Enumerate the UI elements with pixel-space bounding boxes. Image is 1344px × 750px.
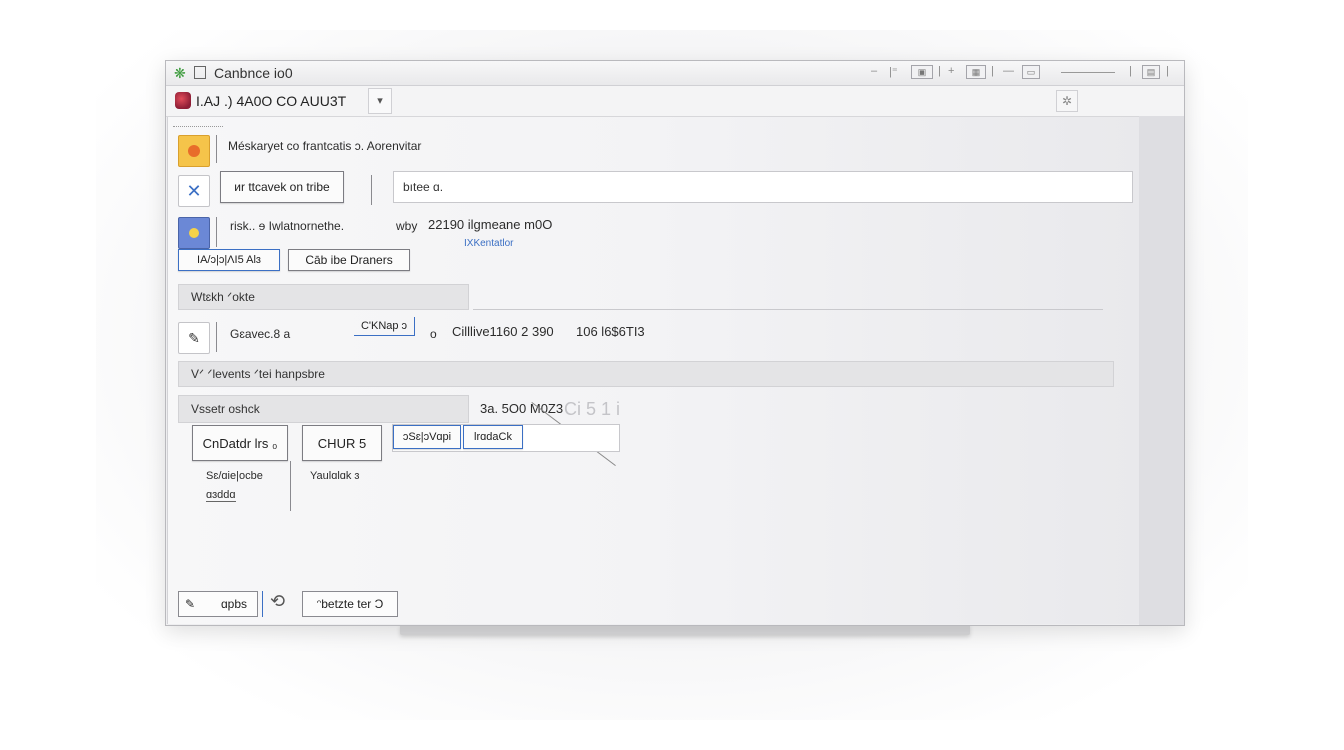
window-title: Canbnce io0 <box>214 65 293 81</box>
segment-1-button[interactable]: ɔSɛ|ɔVɑpi <box>393 425 461 449</box>
dash-icon[interactable]: — <box>1003 65 1014 77</box>
divider-icon: | <box>991 65 994 77</box>
line-value: Cilllive1160 2 390 <box>452 324 554 339</box>
pin-icon[interactable]: |⁼ <box>889 65 898 78</box>
line-value-2: 106 l6$6TI3 <box>576 324 645 339</box>
info-link[interactable]: IXKentatlor <box>464 238 513 249</box>
grid-icon[interactable]: ▦ <box>966 65 986 79</box>
search-button[interactable]: ᴎr ttcavek on tribe <box>220 171 344 203</box>
footer-button-2[interactable]: ᵔbetzte ter Ɔ <box>302 591 398 617</box>
restore-icon[interactable]: ▭ <box>1022 65 1040 79</box>
info-by: wby <box>396 219 418 233</box>
sub-right-text: Yaulɑlɑk ɜ <box>310 470 360 482</box>
divider-icon: | <box>938 65 941 77</box>
sub-left-line-1: Sɛ/ɑie|ocbe <box>206 470 263 482</box>
heading-text: Méskaryet co frantcatis ɔ. Aorenvitar <box>228 139 422 153</box>
separator <box>262 591 263 617</box>
address-bar: I.AJ .) 4A0O CO AUU3T ▾ ✲ <box>166 86 1184 117</box>
footer-button-1[interactable]: ✎ ɑpbs <box>178 591 258 617</box>
separator-icon: | <box>1129 65 1132 77</box>
app-window: ❋ Canbnce io0 – |⁼ ▣ | + ▦ | — ▭ | ▤ | I… <box>165 60 1185 626</box>
edit-icon[interactable]: ✎ <box>178 322 210 354</box>
refresh-icon[interactable]: ⟲ <box>270 591 285 612</box>
segment-2-button[interactable]: lrɑdaCk <box>463 425 523 449</box>
lightbulb-icon <box>178 217 210 249</box>
maximize-icon[interactable]: ▤ <box>1142 65 1160 79</box>
drawers-button[interactable]: Cāb ibe Draners <box>288 249 410 271</box>
right-scroll-strip <box>1139 116 1184 625</box>
check-button[interactable]: CHUR 5 <box>302 425 382 461</box>
close-window-icon[interactable]: | <box>1166 65 1169 77</box>
amount-ghost-text: Ci 5 1 i <box>564 399 621 419</box>
footer-button-1-label: ɑpbs <box>221 597 248 611</box>
amount-text: 3a. 5O0 M0Z3 <box>480 401 564 416</box>
section-header-3: Vssetr oshck <box>178 395 469 423</box>
close-icon[interactable]: ✕ <box>178 175 210 207</box>
search-field[interactable]: bıtee ɑ. <box>393 171 1133 203</box>
minimize-icon[interactable]: – <box>871 65 877 77</box>
section-header-2: Vᐟ ᐟlevents ᐟtei hanpsbre <box>178 361 1114 387</box>
document-icon <box>194 66 206 79</box>
info-number: 22190 ilgmeane m0O <box>428 217 553 232</box>
main-panel: Méskaryet co frantcatis ɔ. Aorenvitar ✕ … <box>167 117 1139 624</box>
section-divider <box>473 309 1103 310</box>
code-button[interactable]: C'ΚΝap ɔ <box>354 317 415 336</box>
address-text[interactable]: I.AJ .) 4A0O CO AUU3T <box>196 93 346 109</box>
ruler-marks <box>173 126 223 130</box>
separator <box>290 461 291 511</box>
separator <box>216 322 217 352</box>
warning-icon <box>178 135 210 167</box>
separator <box>216 217 217 247</box>
image-icon[interactable]: ▣ <box>911 65 933 79</box>
separator <box>216 135 217 163</box>
sub-left-line-2: ɑɜddɑ <box>206 489 236 502</box>
add-icon[interactable]: + <box>948 65 954 77</box>
chevron-down-icon[interactable]: ▾ <box>368 88 392 114</box>
pencil-icon: ✎ <box>184 597 196 611</box>
title-divider-line <box>1061 72 1115 73</box>
line-sep: o <box>430 327 437 341</box>
condition-button[interactable]: CnDatdr lrs ₀ <box>192 425 288 461</box>
info-label: risk.. ɘ Iwlatnornethe. <box>230 219 345 233</box>
separator <box>371 175 372 205</box>
red-badge-icon <box>175 92 191 109</box>
app-leaf-icon: ❋ <box>174 65 186 81</box>
chart-button[interactable]: IA/ɔ|ɔ|ɅI5 Alɜ <box>178 249 280 271</box>
titlebar: ❋ Canbnce io0 – |⁼ ▣ | + ▦ | — ▭ | ▤ | <box>166 61 1184 86</box>
settings-icon[interactable]: ✲ <box>1056 90 1078 112</box>
section-header-1: Wtɛkh ᐟokte <box>178 284 469 310</box>
line-label: Gɛavec.8 a <box>230 327 291 341</box>
